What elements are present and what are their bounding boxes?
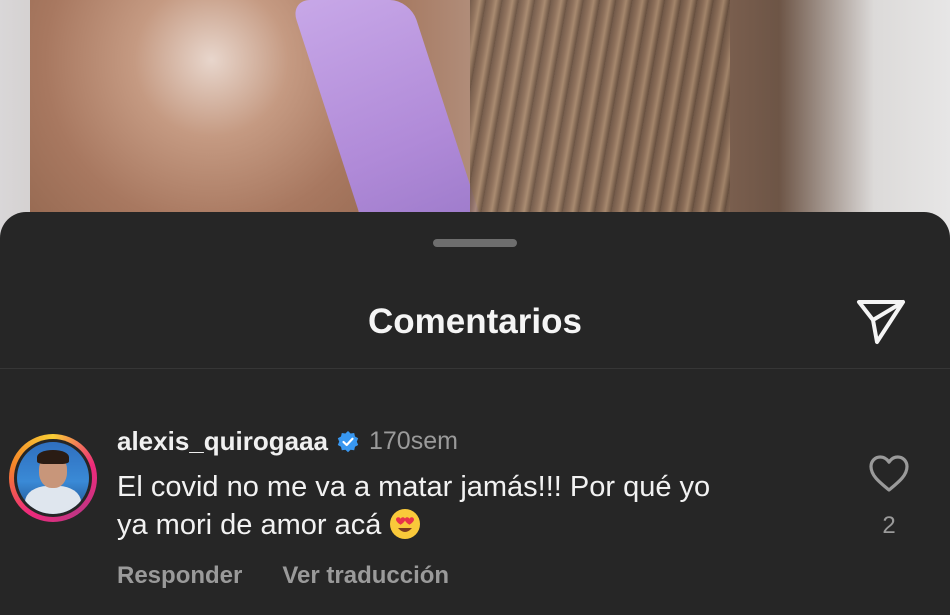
comment-text: El covid no me va a matar jamás!!! Por q… (117, 468, 837, 544)
avatar-body (25, 486, 81, 514)
paper-plane-icon[interactable] (855, 298, 907, 346)
comment-meta: alexis_quirogaaa 170sem (117, 426, 458, 457)
title-divider (0, 368, 950, 369)
avatar (14, 439, 92, 517)
see-translation-button[interactable]: Ver traducción (282, 562, 449, 590)
comment-timestamp: 170sem (369, 427, 458, 455)
heart-outline-icon[interactable] (868, 454, 910, 494)
sheet-drag-handle[interactable] (433, 239, 517, 247)
like-count: 2 (882, 512, 896, 539)
reply-button[interactable]: Responder (117, 562, 242, 590)
comment-text-line-2: ya mori de amor acá (117, 506, 837, 544)
photo-hair (470, 0, 730, 240)
comment-actions: Responder Ver traducción (117, 562, 489, 590)
avatar-image (17, 442, 89, 514)
comment-username[interactable]: alexis_quirogaaa (117, 426, 328, 457)
sheet-title: Comentarios (368, 302, 582, 341)
heart-eyes-emoji (389, 508, 421, 540)
comment-text-line-1: El covid no me va a matar jamás!!! Por q… (117, 471, 711, 503)
avatar-story-ring[interactable] (9, 434, 97, 522)
avatar-hair (37, 450, 69, 464)
comment-text-line-2-text: ya mori de amor acá (117, 509, 382, 541)
post-photo (0, 0, 950, 240)
verified-badge-icon (336, 430, 360, 454)
